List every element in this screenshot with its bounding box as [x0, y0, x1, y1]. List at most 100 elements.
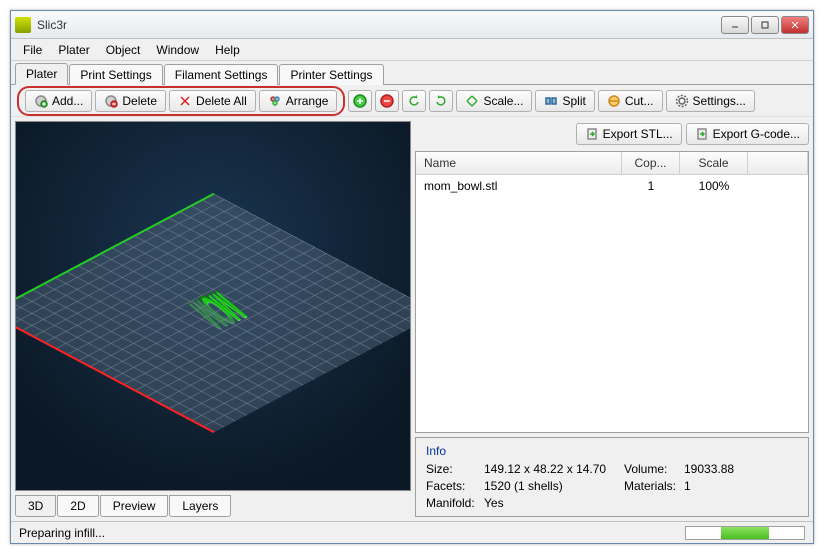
cut-button[interactable]: Cut...: [598, 90, 663, 112]
volume-label: Volume:: [624, 462, 684, 476]
maximize-button[interactable]: [751, 16, 779, 34]
row-copies: 1: [622, 177, 680, 195]
delete-all-button[interactable]: Delete All: [169, 90, 256, 112]
3d-viewport[interactable]: MOM: [15, 121, 411, 491]
window-controls: [721, 16, 809, 34]
gear-icon: [675, 94, 689, 108]
left-pane: MOM 3D 2D Preview Layers: [15, 121, 411, 517]
app-logo-icon: [15, 17, 31, 33]
main-tabs: Plater Print Settings Filament Settings …: [11, 61, 813, 85]
menu-help[interactable]: Help: [207, 41, 248, 59]
scale-label: Scale...: [483, 94, 523, 108]
export-stl-icon: [585, 127, 599, 141]
model-preview: MOM: [178, 284, 257, 338]
minus-icon: [380, 94, 394, 108]
progress-bar-track: [685, 526, 805, 540]
tab-print-settings[interactable]: Print Settings: [69, 64, 162, 85]
export-gcode-icon: [695, 127, 709, 141]
arrange-button[interactable]: Arrange: [259, 90, 338, 112]
size-value: 149.12 x 48.22 x 14.70: [484, 462, 624, 476]
scale-button[interactable]: Scale...: [456, 90, 532, 112]
cut-label: Cut...: [625, 94, 654, 108]
titlebar: Slic3r: [11, 11, 813, 39]
arrange-icon: [268, 94, 282, 108]
facets-label: Facets:: [426, 479, 484, 493]
manifold-value: Yes: [484, 496, 624, 510]
row-scale: 100%: [680, 177, 748, 195]
materials-value: 1: [684, 479, 754, 493]
split-label: Split: [562, 94, 585, 108]
object-list: Name Cop... Scale mom_bowl.stl 1 100%: [415, 151, 809, 433]
close-button[interactable]: [781, 16, 809, 34]
split-button[interactable]: Split: [535, 90, 594, 112]
viewtab-layers[interactable]: Layers: [169, 495, 231, 517]
split-icon: [544, 94, 558, 108]
build-plate: MOM: [15, 193, 411, 433]
highlighted-group: Add... Delete Delete All Arrange: [17, 86, 345, 116]
materials-label: Materials:: [624, 479, 684, 493]
menu-file[interactable]: File: [15, 41, 50, 59]
window-title: Slic3r: [37, 18, 721, 32]
col-copies-header[interactable]: Cop...: [622, 152, 680, 174]
size-label: Size:: [426, 462, 484, 476]
facets-value: 1520 (1 shells): [484, 479, 624, 493]
col-name-header[interactable]: Name: [416, 152, 622, 174]
arrange-label: Arrange: [286, 94, 329, 108]
decrease-copies-button[interactable]: [375, 90, 399, 112]
list-item[interactable]: mom_bowl.stl 1 100%: [416, 175, 808, 197]
tab-plater[interactable]: Plater: [15, 63, 68, 85]
info-title: Info: [426, 444, 798, 458]
manifold-label: Manifold:: [426, 496, 484, 510]
info-grid: Size: 149.12 x 48.22 x 14.70 Volume: 190…: [426, 462, 798, 510]
add-icon: [34, 94, 48, 108]
export-gcode-button[interactable]: Export G-code...: [686, 123, 809, 145]
col-pad: [748, 152, 808, 174]
col-scale-header[interactable]: Scale: [680, 152, 748, 174]
export-bar: Export STL... Export G-code...: [415, 121, 809, 147]
info-panel: Info Size: 149.12 x 48.22 x 14.70 Volume…: [415, 437, 809, 517]
add-button[interactable]: Add...: [25, 90, 92, 112]
delete-all-label: Delete All: [196, 94, 247, 108]
export-gcode-label: Export G-code...: [713, 127, 800, 141]
scale-icon: [465, 94, 479, 108]
delete-icon: [104, 94, 118, 108]
volume-value: 19033.88: [684, 462, 754, 476]
right-pane: Export STL... Export G-code... Name Cop.…: [415, 121, 809, 517]
export-stl-button[interactable]: Export STL...: [576, 123, 682, 145]
tab-filament-settings[interactable]: Filament Settings: [164, 64, 279, 85]
row-name: mom_bowl.stl: [416, 177, 622, 195]
delete-all-icon: [178, 94, 192, 108]
y-axis-icon: [15, 193, 215, 314]
list-header: Name Cop... Scale: [416, 152, 808, 175]
export-stl-label: Export STL...: [603, 127, 673, 141]
rotate-cw-button[interactable]: [429, 90, 453, 112]
cut-icon: [607, 94, 621, 108]
app-window: Slic3r File Plater Object Window Help Pl…: [10, 10, 814, 544]
settings-label: Settings...: [693, 94, 746, 108]
view-tabs: 3D 2D Preview Layers: [15, 493, 411, 517]
settings-button[interactable]: Settings...: [666, 90, 755, 112]
toolbar: Add... Delete Delete All Arrange Scale..…: [11, 85, 813, 117]
minimize-button[interactable]: [721, 16, 749, 34]
delete-label: Delete: [122, 94, 157, 108]
content-area: MOM 3D 2D Preview Layers Export STL... E…: [11, 117, 813, 521]
viewtab-preview[interactable]: Preview: [100, 495, 169, 517]
delete-button[interactable]: Delete: [95, 90, 166, 112]
increase-copies-button[interactable]: [348, 90, 372, 112]
rotate-ccw-icon: [407, 94, 421, 108]
menu-plater[interactable]: Plater: [50, 41, 97, 59]
menu-window[interactable]: Window: [148, 41, 207, 59]
rotate-cw-icon: [434, 94, 448, 108]
rotate-ccw-button[interactable]: [402, 90, 426, 112]
menubar: File Plater Object Window Help: [11, 39, 813, 61]
add-label: Add...: [52, 94, 83, 108]
plus-icon: [353, 94, 367, 108]
viewtab-3d[interactable]: 3D: [15, 495, 56, 517]
status-text: Preparing infill...: [19, 526, 685, 540]
menu-object[interactable]: Object: [98, 41, 149, 59]
progress-bar-fill: [721, 527, 768, 539]
statusbar: Preparing infill...: [11, 521, 813, 543]
tab-printer-settings[interactable]: Printer Settings: [279, 64, 383, 85]
viewtab-2d[interactable]: 2D: [57, 495, 98, 517]
x-axis-icon: [15, 312, 215, 433]
